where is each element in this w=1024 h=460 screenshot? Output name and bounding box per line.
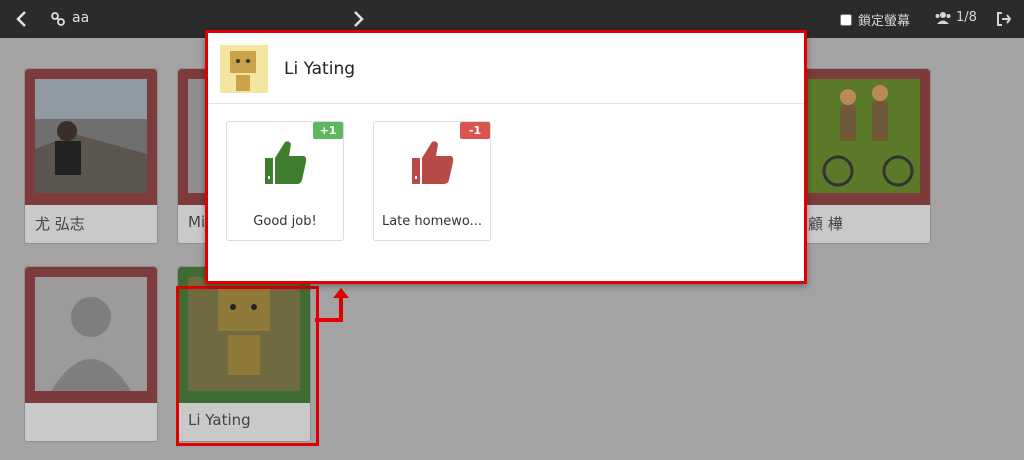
selected-student-highlight xyxy=(176,286,319,446)
group-indicator[interactable]: 1/8 xyxy=(934,10,977,25)
points-badge: +1 xyxy=(313,122,343,139)
behavior-label: Good job! xyxy=(253,214,317,229)
lock-screen-checkbox[interactable] xyxy=(840,13,852,26)
lock-screen-label: 鎖定螢幕 xyxy=(858,14,911,29)
thumbs-up-icon xyxy=(265,141,307,184)
popup-student-name: Li Yating xyxy=(284,59,356,79)
behavior-label: Late homewo... xyxy=(381,214,483,229)
student-photo-frame xyxy=(798,69,930,205)
student-avatar xyxy=(808,79,920,193)
popup-header: Li Yating xyxy=(208,33,804,104)
student-name: 尤 弘志 xyxy=(35,215,85,233)
link-icon[interactable] xyxy=(50,10,66,28)
default-avatar-icon xyxy=(35,277,147,391)
student-card[interactable]: 尤 弘志 xyxy=(24,68,158,244)
student-name: 顧 樺 xyxy=(808,215,843,233)
users-icon xyxy=(935,11,951,24)
lock-screen-toggle[interactable]: 鎖定螢幕 xyxy=(840,10,910,29)
logout-icon[interactable] xyxy=(996,10,1012,28)
behavior-tile-late-homework[interactable]: -1 Late homewo... xyxy=(373,121,491,241)
student-avatar xyxy=(220,45,268,93)
page-indicator: 1/8 xyxy=(956,10,977,25)
connector-arrow xyxy=(315,288,349,322)
behavior-popup: Li Yating +1 Good job! -1 Late homewo... xyxy=(205,30,807,284)
student-card[interactable] xyxy=(24,266,158,442)
student-photo-frame xyxy=(25,69,157,205)
behavior-tile-good-job[interactable]: +1 Good job! xyxy=(226,121,344,241)
chevron-right-icon[interactable] xyxy=(350,9,366,29)
student-avatar xyxy=(35,79,147,193)
chevron-left-icon[interactable] xyxy=(14,9,30,29)
thumbs-down-icon xyxy=(412,141,454,184)
student-card[interactable]: 顧 樺 xyxy=(797,68,931,244)
points-badge: -1 xyxy=(460,122,490,139)
student-photo-frame xyxy=(25,267,157,403)
class-name[interactable]: aa xyxy=(72,10,89,26)
student-name: Mi xyxy=(188,213,206,231)
